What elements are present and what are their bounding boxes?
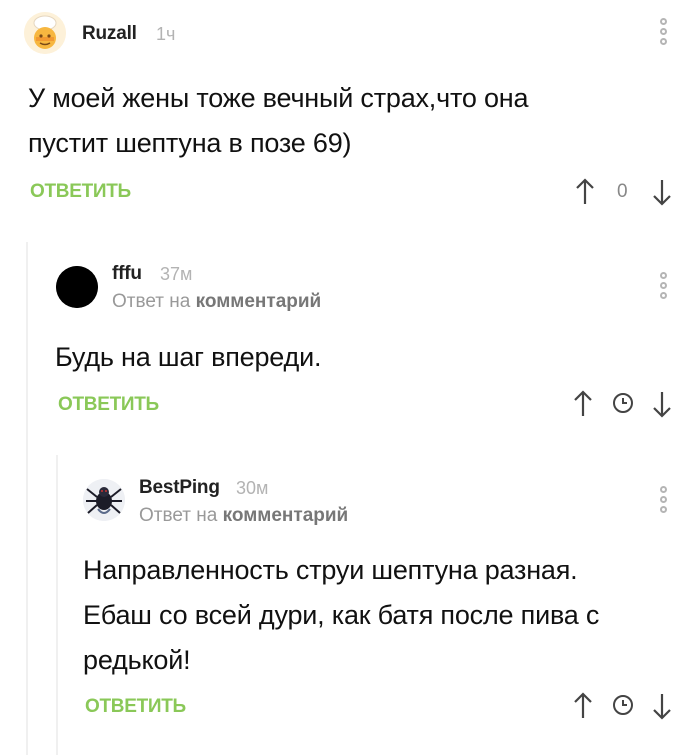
reply-to-link[interactable]: комментарий: [196, 291, 322, 312]
comment-author[interactable]: fffu: [112, 263, 142, 285]
black-circle-avatar-icon: [56, 266, 98, 308]
reply-to-link[interactable]: комментарий: [223, 505, 349, 526]
clock-icon[interactable]: [612, 392, 634, 414]
comment-text-line: Ебаш со всей дури, как батя после пива с: [83, 600, 600, 630]
chef-face-avatar-icon: [24, 12, 66, 54]
comment-author[interactable]: Ruzall: [82, 23, 137, 45]
avatar[interactable]: [83, 479, 125, 521]
avatar[interactable]: [56, 266, 98, 308]
comment-ruzall: Ruzall 1ч У моей жены тоже вечный страх,…: [0, 0, 700, 240]
comment-text-line: Будь на шаг впереди.: [55, 342, 322, 372]
downvote-arrow-icon[interactable]: [652, 692, 672, 720]
comment-text: Направленность струи шептуна разная. Еба…: [83, 548, 599, 683]
upvote-arrow-icon[interactable]: [573, 390, 593, 418]
comment-text-line: редькой!: [83, 645, 191, 675]
reply-button[interactable]: ОТВЕТИТЬ: [30, 181, 131, 203]
downvote-arrow-icon[interactable]: [652, 178, 672, 206]
reply-to-prefix: Ответ на: [139, 505, 218, 526]
reply-to: Ответ на комментарий: [112, 291, 321, 313]
comment-fffu: fffu 37м Ответ на комментарий Будь на ша…: [0, 240, 700, 455]
spider-avatar-icon: [83, 479, 125, 521]
upvote-arrow-icon[interactable]: [575, 178, 595, 206]
comment-author[interactable]: BestPing: [139, 477, 220, 499]
reply-button[interactable]: ОТВЕТИТЬ: [85, 696, 186, 718]
reply-to-prefix: Ответ на: [112, 291, 191, 312]
comment-time: 1ч: [156, 24, 176, 44]
reply-button[interactable]: ОТВЕТИТЬ: [58, 394, 159, 416]
clock-icon[interactable]: [612, 694, 634, 716]
comment-time: 30м: [236, 478, 269, 498]
comment-bestping: BestPing 30м Ответ на комментарий Направ…: [0, 455, 700, 755]
comment-text: У моей жены тоже вечный страх,что она пу…: [28, 76, 529, 166]
comment-text-line: пустит шептуна в позе 69): [28, 128, 352, 158]
comment-text-line: Направленность струи шептуна разная.: [83, 555, 578, 585]
avatar[interactable]: [24, 12, 66, 54]
more-options-icon[interactable]: [656, 272, 670, 302]
vote-score: 0: [617, 181, 628, 202]
downvote-arrow-icon[interactable]: [652, 390, 672, 418]
comment-text-line: У моей жены тоже вечный страх,что она: [28, 83, 529, 113]
upvote-arrow-icon[interactable]: [573, 692, 593, 720]
more-options-icon[interactable]: [656, 18, 670, 48]
comment-text: Будь на шаг впереди.: [55, 335, 321, 380]
reply-to: Ответ на комментарий: [139, 505, 348, 527]
comment-time: 37м: [160, 264, 193, 284]
more-options-icon[interactable]: [656, 486, 670, 516]
